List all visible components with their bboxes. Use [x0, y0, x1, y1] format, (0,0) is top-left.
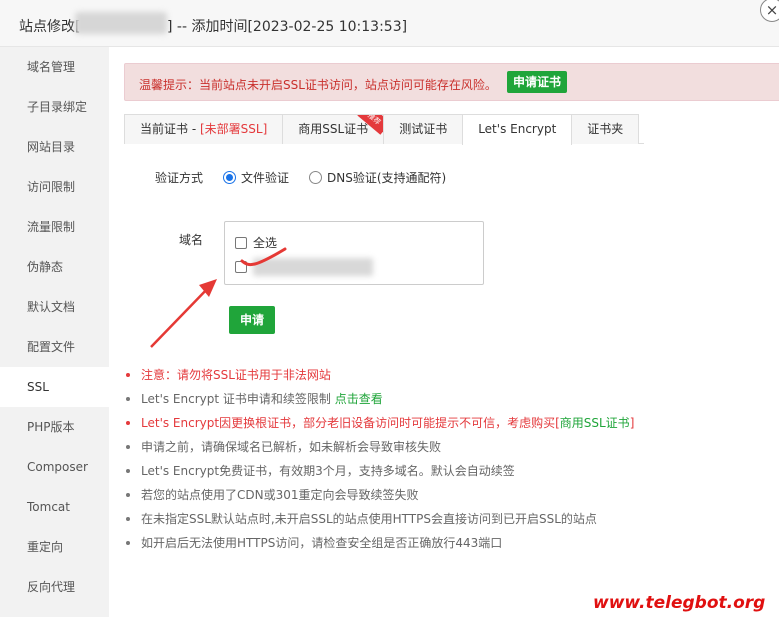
select-all-checkbox[interactable]	[235, 236, 247, 249]
apply-button[interactable]: 申请	[229, 306, 275, 334]
radio-dns-verify[interactable]: DNS验证(支持通配符)	[309, 169, 446, 186]
settings-sidebar: 域名管理 子目录绑定 网站目录 访问限制 流量限制 伪静态 默认文档 配置文件 …	[0, 47, 109, 617]
list-item: Let's Encrypt免费证书，有效期3个月，支持多域名。默认会自动续签	[125, 459, 634, 483]
tab-current-cert[interactable]: 当前证书 - [未部署SSL]	[124, 114, 284, 144]
sidebar-item-redirect[interactable]: 重定向	[0, 527, 109, 567]
sidebar-item-rewrite[interactable]: 伪静态	[0, 247, 109, 287]
list-item: 注意：请勿将SSL证书用于非法网站	[125, 363, 634, 387]
tab-commercial-ssl[interactable]: 商用SSL证书 推荐	[282, 114, 385, 144]
radio-file-verify[interactable]: 文件验证	[223, 169, 289, 186]
alert-text: 温馨提示：当前站点未开启SSL证书访问，站点访问可能存在风险。	[139, 78, 497, 92]
verify-method-radios: 文件验证 DNS验证(支持通配符)	[223, 169, 466, 186]
redacted-site-name	[75, 12, 167, 34]
radio-button[interactable]	[309, 171, 323, 184]
domain-row[interactable]	[235, 258, 373, 276]
bracket-close: ]	[629, 416, 635, 430]
ssl-notes-list: 注意：请勿将SSL证书用于非法网站 Let's Encrypt 证书申请和续签限…	[125, 363, 634, 555]
dialog-titlebar: 站点修改[ ] -- 添加时间[2023-02-25 10:13:53] ×	[0, 0, 779, 47]
domain-label: 域名	[179, 233, 204, 247]
red-arrow-head	[199, 279, 217, 297]
view-limits-link[interactable]: 点击查看	[335, 392, 383, 406]
red-arrow-line	[150, 284, 212, 348]
select-all-row[interactable]: 全选	[235, 234, 277, 251]
tab-test-cert[interactable]: 测试证书	[383, 114, 464, 144]
list-item: Let's Encrypt 证书申请和续签限制 点击查看	[125, 387, 634, 411]
radio-button-checked[interactable]	[223, 171, 236, 184]
sidebar-item-config-file[interactable]: 配置文件	[0, 327, 109, 367]
list-item: 在未指定SSL默认站点时,未开启SSL的站点使用HTTPS会直接访问到已开启SS…	[125, 507, 634, 531]
sidebar-item-composer[interactable]: Composer	[0, 447, 109, 487]
dialog-title-prefix: 站点修改[	[19, 19, 81, 35]
sidebar-item-subdir[interactable]: 子目录绑定	[0, 87, 109, 127]
radio-file-verify-label: 文件验证	[241, 171, 290, 185]
list-item: Let's Encrypt因更换根证书，部分老旧设备访问时可能提示不可信，考虑购…	[125, 411, 634, 435]
sidebar-item-php-version[interactable]: PHP版本	[0, 407, 109, 447]
sidebar-item-domain[interactable]: 域名管理	[0, 47, 109, 87]
tab-cert-folder[interactable]: 证书夹	[571, 114, 640, 144]
tab-current-cert-status: [未部署SSL]	[199, 122, 268, 136]
ssl-warning-alert: 温馨提示：当前站点未开启SSL证书访问，站点访问可能存在风险。 申请证书	[124, 63, 779, 101]
note-text: Let's Encrypt 证书申请和续签限制	[141, 392, 335, 406]
buy-commercial-ssl-link[interactable]: 商用SSL证书	[560, 416, 630, 430]
sidebar-item-traffic-limit[interactable]: 流量限制	[0, 207, 109, 247]
site-settings-dialog: 站点修改[ ] -- 添加时间[2023-02-25 10:13:53] × 域…	[0, 0, 779, 617]
sidebar-item-ssl[interactable]: SSL	[0, 367, 109, 407]
radio-dns-verify-label: DNS验证(支持通配符)	[327, 171, 447, 185]
sidebar-item-default-doc[interactable]: 默认文档	[0, 287, 109, 327]
list-item: 申请之前，请确保域名已解析，如未解析会导致审核失败	[125, 435, 634, 459]
tab-current-cert-label: 当前证书 -	[140, 122, 200, 136]
watermark: www.telegbot.org	[593, 593, 766, 613]
list-item: 如开启后无法使用HTTPS访问，请检查安全组是否正确放行443端口	[125, 531, 634, 555]
verify-method-label: 验证方式	[155, 171, 204, 185]
tab-commercial-ssl-label: 商用SSL证书	[298, 122, 369, 136]
ssl-panel: 温馨提示：当前站点未开启SSL证书访问，站点访问可能存在风险。 申请证书 当前证…	[109, 47, 779, 617]
tab-letsencrypt[interactable]: Let's Encrypt	[462, 114, 573, 145]
close-icon[interactable]: ×	[760, 0, 779, 22]
domain-list: 全选	[224, 221, 484, 285]
sidebar-item-reverse-proxy[interactable]: 反向代理	[0, 567, 109, 607]
list-item: 若您的站点使用了CDN或301重定向会导致续签失败	[125, 483, 634, 507]
domain-checkbox[interactable]	[235, 261, 247, 273]
apply-cert-button[interactable]: 申请证书	[507, 71, 568, 93]
redacted-domain	[253, 258, 373, 276]
sidebar-item-access-limit[interactable]: 访问限制	[0, 167, 109, 207]
sidebar-item-tomcat[interactable]: Tomcat	[0, 487, 109, 527]
ssl-tabs: 当前证书 - [未部署SSL] 商用SSL证书 推荐 测试证书 Let's En…	[124, 114, 644, 145]
note-text: Let's Encrypt因更换根证书，部分老旧设备访问时可能提示不可信，考虑购…	[141, 416, 556, 430]
dialog-title-suffix: ] -- 添加时间[2023-02-25 10:13:53]	[167, 19, 408, 35]
select-all-label: 全选	[253, 236, 278, 250]
sidebar-item-site-dir[interactable]: 网站目录	[0, 127, 109, 167]
